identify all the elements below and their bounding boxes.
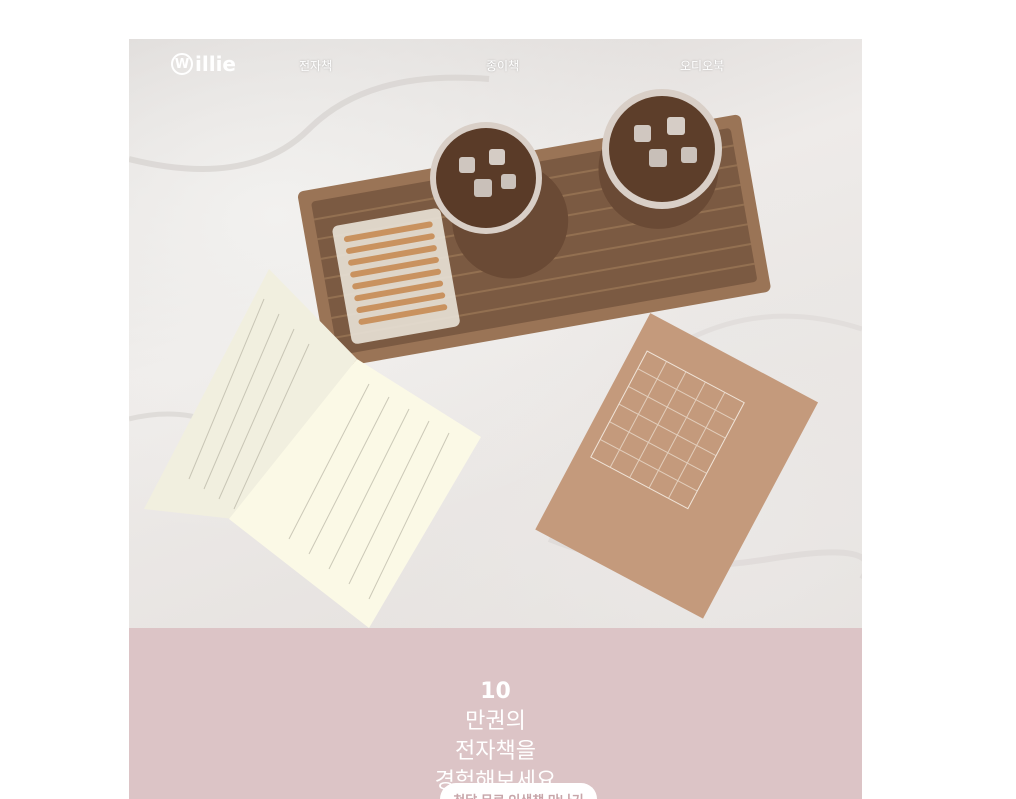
- free-trial-button[interactable]: 첫달 무료 인생책 만나기: [440, 783, 597, 799]
- logo-text: illie: [195, 52, 236, 76]
- millie-logo[interactable]: W illie: [171, 51, 236, 77]
- headline-line1: 만권의: [465, 709, 526, 734]
- nav-item-ebook[interactable]: 전자책: [299, 57, 332, 74]
- iced-coffee-glass-right: [602, 89, 722, 209]
- logo-mark-icon: W: [171, 53, 193, 75]
- headline-line2: 전자책을: [455, 739, 536, 764]
- hero-image: W illie 전자책 종이책 오디오북: [129, 39, 862, 628]
- promo-section: 10만권의 전자책을 경험해보세요 첫달 무료 인생책 만나기: [129, 628, 862, 799]
- headline-number: 10: [480, 679, 511, 704]
- nav-item-audiobook[interactable]: 오디오북: [680, 57, 724, 74]
- top-nav: W illie 전자책 종이책 오디오북: [129, 39, 862, 91]
- hero-illustration: [129, 74, 862, 628]
- iced-coffee-glass-left: [430, 122, 542, 234]
- main-stage: W illie 전자책 종이책 오디오북 10만권의 전자책을 경험해보세요 첫…: [129, 39, 862, 799]
- promo-headline: 10 만권의 전자책을 경험해보세요: [129, 677, 862, 797]
- nav-item-paper-book[interactable]: 종이책: [486, 57, 519, 74]
- closed-book: [535, 313, 819, 619]
